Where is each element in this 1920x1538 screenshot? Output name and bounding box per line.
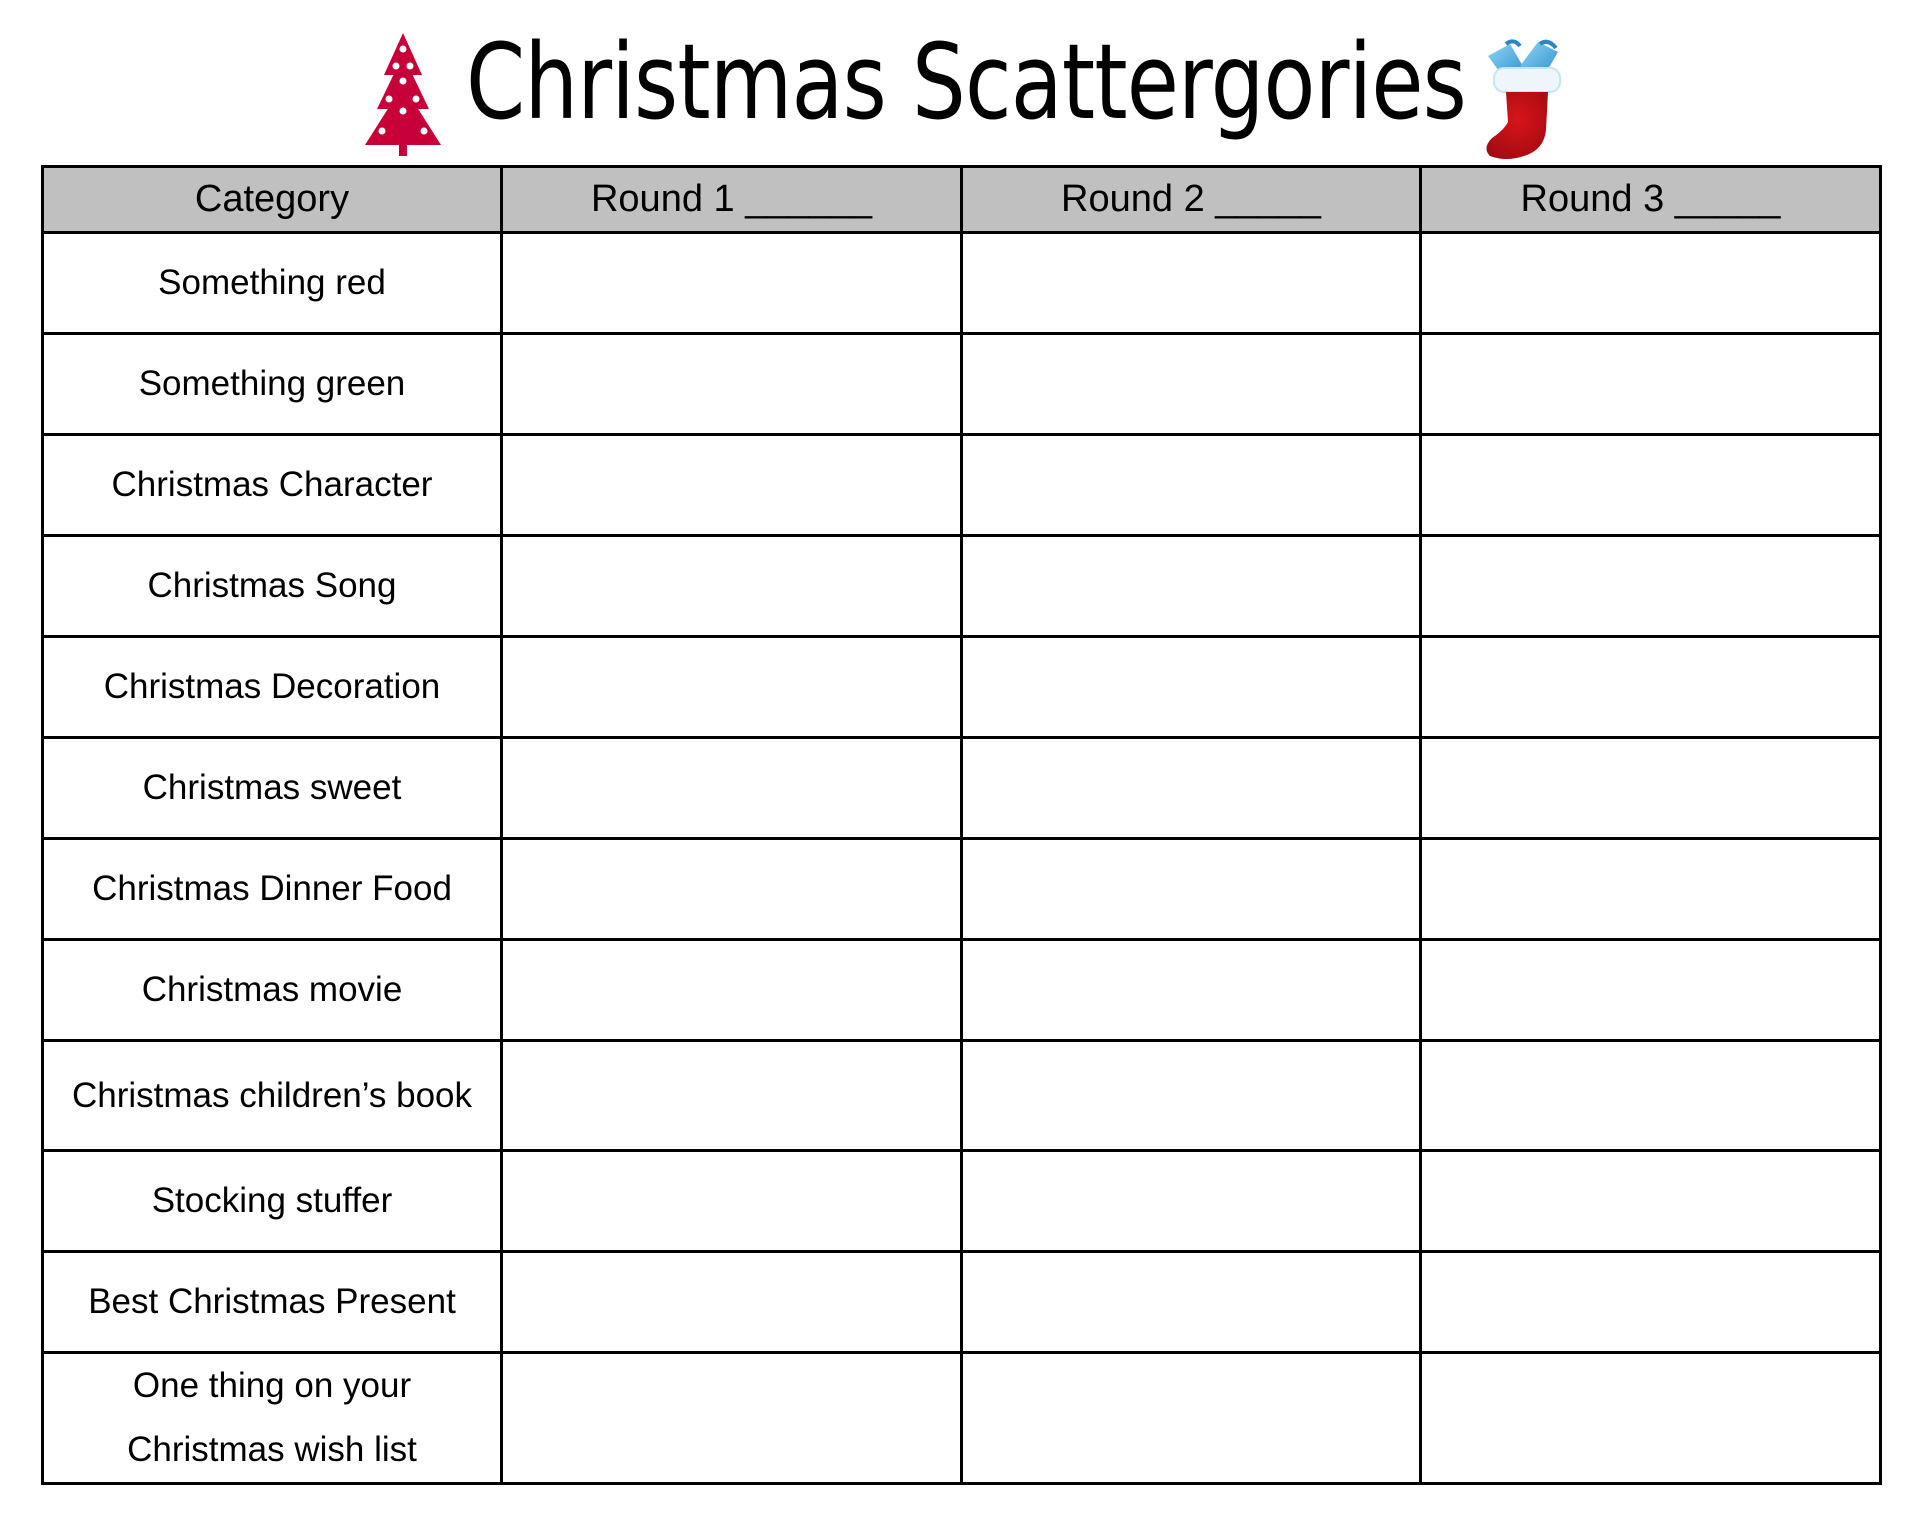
table-row: Christmas sweet xyxy=(41,736,1882,840)
answer-cell-round-2[interactable] xyxy=(960,1250,1422,1354)
column-header-round-2: Round 2 _____ xyxy=(960,165,1422,234)
answer-cell-round-1[interactable] xyxy=(500,433,963,537)
page-title: Christmas Scattergories xyxy=(466,21,1467,143)
category-label: Something green xyxy=(138,364,406,404)
answer-cell-round-3[interactable] xyxy=(1419,332,1882,436)
table-row: Christmas Song xyxy=(41,534,1882,638)
answer-cell-round-2[interactable] xyxy=(960,1039,1422,1152)
answer-cell-round-1[interactable] xyxy=(500,534,963,638)
answer-cell-round-2[interactable] xyxy=(960,938,1422,1042)
category-label: Christmas children’s book xyxy=(71,1075,473,1115)
answer-cell-round-2[interactable] xyxy=(960,1149,1422,1253)
answer-cell-round-1[interactable] xyxy=(500,1039,963,1152)
table-row: Something red xyxy=(41,231,1882,335)
answer-cell-round-1[interactable] xyxy=(500,837,963,941)
table-row: Best Christmas Present xyxy=(41,1250,1882,1354)
category-label: Christmas Dinner Food xyxy=(92,869,452,909)
header-row: Category Round 1 ______ Round 2 _____ Ro… xyxy=(41,165,1882,234)
category-label: Stocking stuffer xyxy=(151,1181,393,1221)
answer-cell-round-1[interactable] xyxy=(500,938,963,1042)
table-row: Christmas children’s book xyxy=(41,1039,1882,1152)
answer-cell-round-1[interactable] xyxy=(500,332,963,436)
category-label: Christmas Decoration xyxy=(103,667,441,707)
category-label: Best Christmas Present xyxy=(88,1282,456,1322)
christmas-tree-icon xyxy=(365,33,441,156)
category-cell: Something red xyxy=(41,231,503,335)
category-label: Something red xyxy=(158,263,386,303)
answer-cell-round-2[interactable] xyxy=(960,231,1422,335)
column-header-round-1: Round 1 ______ xyxy=(500,165,963,234)
category-cell: Christmas Song xyxy=(41,534,503,638)
category-label: Christmas Character xyxy=(111,465,433,505)
column-header-round-3: Round 3 _____ xyxy=(1419,165,1882,234)
answer-cell-round-2[interactable] xyxy=(960,433,1422,537)
category-cell: Christmas sweet xyxy=(41,736,503,840)
category-cell: Christmas movie xyxy=(41,938,503,1042)
title-banner: Christmas Scattergories xyxy=(0,0,1920,165)
category-label: Christmas Song xyxy=(147,566,397,606)
answer-cell-round-2[interactable] xyxy=(960,635,1422,739)
scattergories-table: Category Round 1 ______ Round 2 _____ Ro… xyxy=(41,165,1882,1485)
answer-cell-round-3[interactable] xyxy=(1419,433,1882,537)
category-cell: Something green xyxy=(41,332,503,436)
answer-cell-round-2[interactable] xyxy=(960,837,1422,941)
answer-cell-round-3[interactable] xyxy=(1419,837,1882,941)
column-header-category: Category xyxy=(41,165,503,234)
category-label: Christmas movie xyxy=(141,970,403,1010)
answer-cell-round-3[interactable] xyxy=(1419,938,1882,1042)
answer-cell-round-1[interactable] xyxy=(500,1351,963,1485)
category-cell: Christmas Decoration xyxy=(41,635,503,739)
answer-cell-round-2[interactable] xyxy=(960,1351,1422,1485)
answer-cell-round-1[interactable] xyxy=(500,1250,963,1354)
answer-cell-round-1[interactable] xyxy=(500,736,963,840)
answer-cell-round-3[interactable] xyxy=(1419,736,1882,840)
answer-cell-round-3[interactable] xyxy=(1419,1039,1882,1152)
answer-cell-round-3[interactable] xyxy=(1419,1351,1882,1485)
answer-cell-round-3[interactable] xyxy=(1419,635,1882,739)
table-row: Christmas movie xyxy=(41,938,1882,1042)
category-cell: One thing on your Christmas wish list xyxy=(41,1351,503,1485)
table-row: Something green xyxy=(41,332,1882,436)
category-cell: Christmas Dinner Food xyxy=(41,837,503,941)
answer-cell-round-3[interactable] xyxy=(1419,1250,1882,1354)
category-label: One thing on your xyxy=(132,1366,412,1405)
answer-cell-round-2[interactable] xyxy=(960,332,1422,436)
category-cell: Stocking stuffer xyxy=(41,1149,503,1253)
table-row: Christmas Decoration xyxy=(41,635,1882,739)
table-row: Christmas Character xyxy=(41,433,1882,537)
answer-cell-round-3[interactable] xyxy=(1419,534,1882,638)
christmas-stocking-icon xyxy=(1486,39,1561,159)
answer-cell-round-2[interactable] xyxy=(960,534,1422,638)
answer-cell-round-3[interactable] xyxy=(1419,231,1882,335)
table-row: Christmas Dinner Food xyxy=(41,837,1882,941)
category-cell: Christmas Character xyxy=(41,433,503,537)
table-row: Stocking stuffer xyxy=(41,1149,1882,1253)
answer-cell-round-1[interactable] xyxy=(500,1149,963,1253)
answer-cell-round-3[interactable] xyxy=(1419,1149,1882,1253)
answer-cell-round-1[interactable] xyxy=(500,231,963,335)
category-label: Christmas sweet xyxy=(142,768,402,808)
answer-cell-round-2[interactable] xyxy=(960,736,1422,840)
category-cell: Christmas children’s book xyxy=(41,1039,503,1152)
table-row: One thing on your Christmas wish list xyxy=(41,1351,1882,1485)
answer-cell-round-1[interactable] xyxy=(500,635,963,739)
category-cell: Best Christmas Present xyxy=(41,1250,503,1354)
category-label-line-2: Christmas wish list xyxy=(127,1430,417,1469)
